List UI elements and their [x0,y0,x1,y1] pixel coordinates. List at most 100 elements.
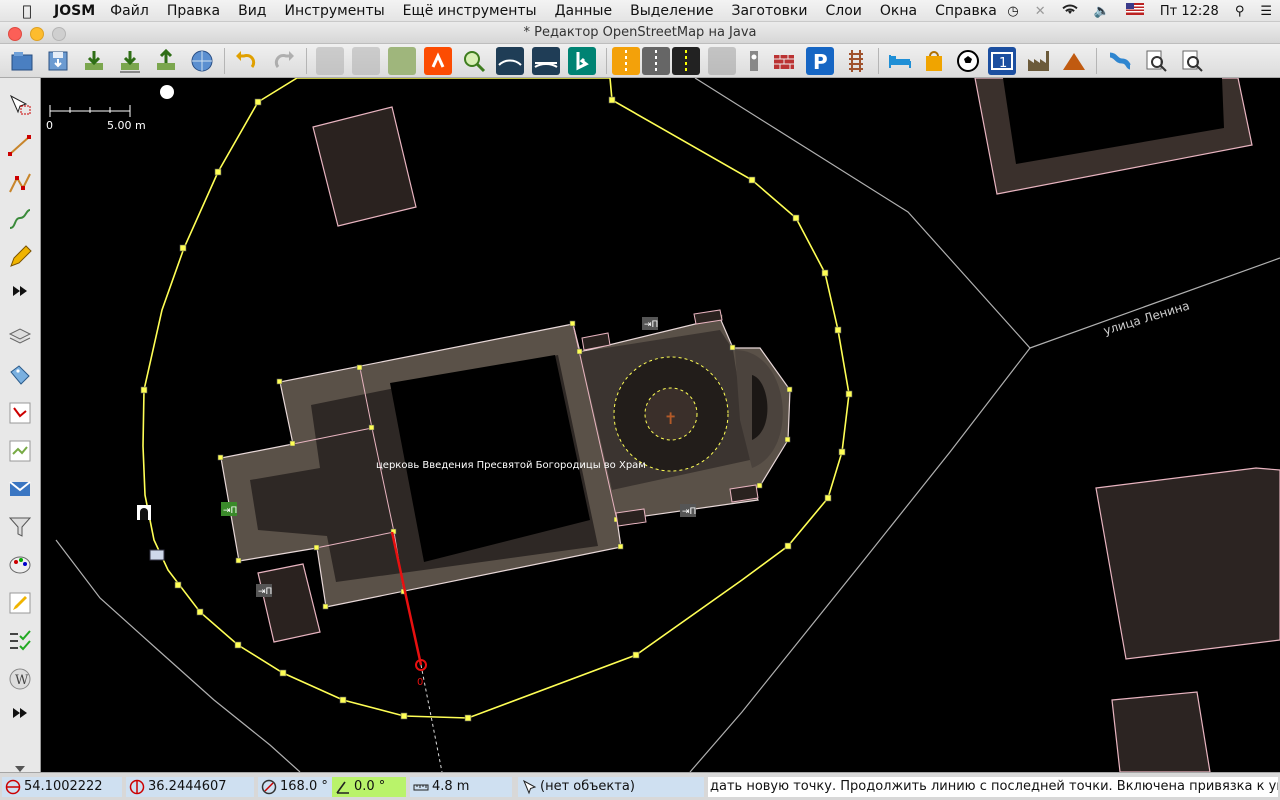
hotel-icon[interactable] [886,47,914,75]
menu-presets[interactable]: Заготовки [722,3,816,19]
barrier-icon[interactable] [740,47,768,75]
building-east[interactable] [1095,467,1280,660]
distance-value: 4.8 m [432,779,470,794]
edit-map-icon[interactable] [7,590,33,616]
bench-icon[interactable] [149,549,165,561]
menu-file[interactable]: Файл [101,3,158,19]
longitude-field: 36.2444607 [126,777,254,797]
filter-icon[interactable] [7,514,33,540]
time-machine-icon[interactable]: ◷ [1007,4,1018,19]
distance-field: 4.8 m [410,777,512,797]
menu-view[interactable]: Вид [229,3,275,19]
shop-bag-icon[interactable] [920,47,948,75]
wifi-icon[interactable] [1062,3,1078,19]
redo-icon[interactable] [270,47,298,75]
amenity-road-icon[interactable] [612,47,640,75]
window-titlebar: * Редактор OpenStreetMap на Java [0,22,1280,44]
longitude-value: 36.2444607 [148,779,227,794]
map-canvas[interactable]: ✝ ⇥П ⇥П ⇥П ⇥П 0 церковь Введения Пресвят… [41,78,1280,772]
download-along-icon[interactable] [116,47,144,75]
angle-value: 0.0 ° [354,779,386,794]
map-view[interactable]: ✝ ⇥П ⇥П ⇥П ⇥П 0 церковь Введения Пресвят… [41,78,1280,772]
building-north[interactable] [312,106,417,227]
wiki-icon[interactable]: W [7,666,33,692]
download-icon[interactable] [80,47,108,75]
tags-icon[interactable] [7,362,33,388]
menu-help[interactable]: Справка [926,3,1006,19]
menu-tools[interactable]: Инструменты [275,3,393,19]
zoom-to-icon[interactable] [460,47,488,75]
input-flag-icon[interactable] [1125,3,1144,19]
ruler-icon [413,784,429,791]
save-icon[interactable] [44,47,72,75]
heading-value: 168.0 ° [280,779,328,794]
notification-center-icon[interactable]: ☰ [1260,4,1272,19]
railway-icon[interactable] [842,47,870,75]
upload-icon[interactable] [152,47,180,75]
menu-more-tools[interactable]: Ещё инструменты [394,3,546,19]
merge-icon[interactable] [7,476,33,502]
improve-way-icon[interactable] [7,170,33,196]
menu-windows[interactable]: Окна [871,3,926,19]
layers-icon[interactable] [7,324,33,350]
style-palette-icon[interactable] [7,552,33,578]
traffic-signals-icon[interactable] [708,47,736,75]
route-sign-icon[interactable]: 1 [988,47,1016,75]
road-bridge-icon[interactable] [532,47,560,75]
building-southeast[interactable] [1111,691,1211,772]
bing-icon[interactable] [568,47,596,75]
split-way-icon[interactable] [316,47,344,75]
sports-ball-icon[interactable] [954,47,982,75]
window-title: * Редактор OpenStreetMap на Java [523,25,757,40]
bluetooth-icon[interactable]: ✕ [1035,4,1046,19]
oneway-icon[interactable] [642,47,670,75]
lit-road-icon[interactable] [672,47,700,75]
strava-icon[interactable] [424,47,452,75]
peak-icon[interactable] [1060,47,1088,75]
parking-icon[interactable]: P [806,47,834,75]
heading-icon [261,779,277,795]
road-service-icon[interactable] [496,47,524,75]
gate-arch-icon [140,508,148,520]
conflict-icon[interactable] [7,438,33,464]
open-file-icon[interactable] [8,47,36,75]
combine-way-icon[interactable] [352,47,380,75]
scale-max-label: 5.00 m [107,119,146,132]
system-menubar:  JOSM Файл Правка Вид Инструменты Ещё и… [0,0,1280,22]
scroll-down-arrow-icon[interactable] [14,758,26,772]
volume-icon[interactable]: 🔈 [1094,4,1110,19]
spotlight-search-icon[interactable]: ⚲ [1235,4,1245,19]
draw-curve-icon[interactable] [7,206,33,232]
validator-icon[interactable] [7,628,33,654]
building-small-south[interactable] [257,563,321,643]
brick-wall-icon[interactable] [770,47,798,75]
undo-icon[interactable] [232,47,260,75]
search-icon[interactable] [1142,47,1170,75]
industrial-icon[interactable] [1024,47,1052,75]
draw-tool-icon[interactable] [7,132,33,158]
select-tool-icon[interactable] [7,92,33,118]
scale-min-label: 0 [46,119,53,132]
more-tools-icon-2[interactable] [7,700,33,726]
menu-selection[interactable]: Выделение [621,3,722,19]
draw-cursor-label: 0 [417,677,423,688]
menu-data[interactable]: Данные [546,3,622,19]
draw-helper-line [420,664,443,772]
web-globe-icon[interactable] [188,47,216,75]
status-bar: 54.1002222 36.2444607 168.0 ° 0.0 ° 4.8 … [0,772,1280,800]
entrance-badge-southwest-label: ⇥П [258,587,272,597]
svg-text:P: P [813,50,828,74]
pencil-draw-icon[interactable] [7,244,33,270]
reverse-way-icon[interactable] [388,47,416,75]
apple-menu-icon[interactable]:  [18,2,36,20]
angle-icon [336,781,349,794]
waterway-icon[interactable] [1106,47,1134,75]
search-zoom-icon[interactable] [1178,47,1206,75]
more-tools-icon[interactable] [7,278,33,304]
relation-icon[interactable] [7,400,33,426]
app-menu[interactable]: JOSM [54,3,95,19]
clock[interactable]: Пт 12:28 [1160,4,1219,19]
menu-layers[interactable]: Слои [817,3,871,19]
scale-bar: 0 5.00 m [46,105,146,132]
menu-edit[interactable]: Правка [158,3,229,19]
